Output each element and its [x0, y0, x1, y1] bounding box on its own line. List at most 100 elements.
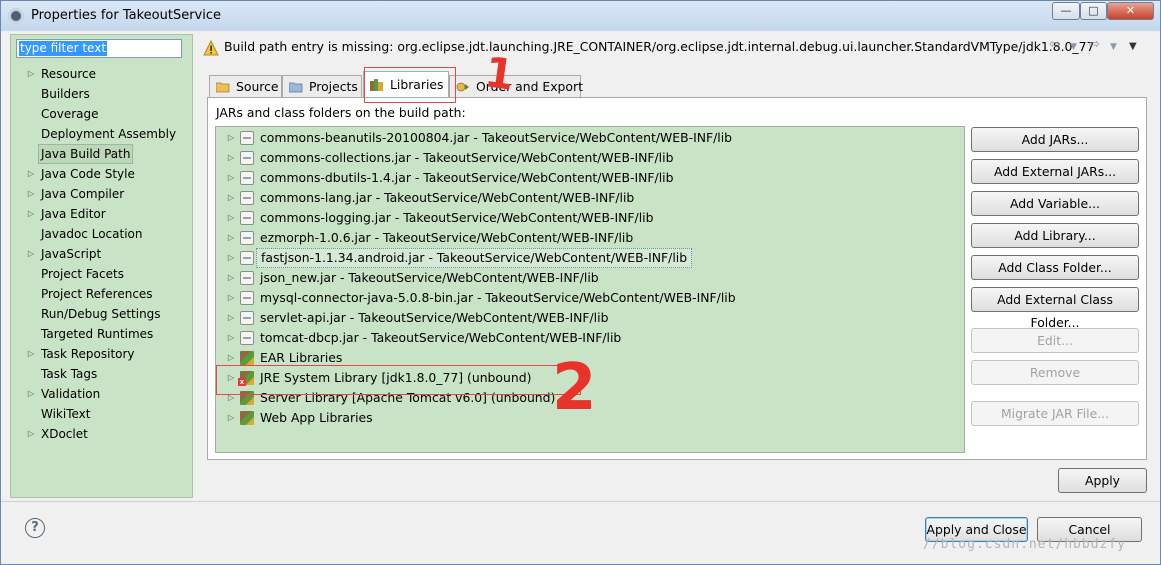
jar-file-icon: [240, 291, 254, 305]
expand-arrow-icon[interactable]: ▷: [25, 204, 37, 224]
edit-button[interactable]: Edit...: [971, 328, 1139, 353]
filter-input[interactable]: type filter text: [16, 39, 182, 58]
library-entry[interactable]: ▷ commons-dbutils-1.4.jar - TakeoutServic…: [216, 168, 964, 188]
projects-icon: [289, 82, 303, 93]
jar-file-icon: [240, 331, 254, 345]
library-entry[interactable]: ▷ mysql-connector-java-5.0.8-bin.jar - Ta…: [216, 288, 964, 308]
library-icon: [240, 411, 254, 425]
sidebar-item-label: Java Build Path: [38, 144, 134, 164]
expand-arrow-icon[interactable]: ▷: [225, 168, 237, 188]
sidebar-item-label: Javadoc Location: [41, 227, 143, 241]
library-entry-label: mysql-connector-java-5.0.8-bin.jar - Tak…: [260, 290, 736, 305]
expand-arrow-icon[interactable]: ▷: [225, 288, 237, 308]
library-entry[interactable]: ▷ tomcat-dbcp.jar - TakeoutService/WebCon…: [216, 328, 964, 348]
tab-order-and-export[interactable]: Order and Export: [449, 75, 583, 97]
library-entry-label: tomcat-dbcp.jar - TakeoutService/WebCont…: [260, 330, 622, 345]
expand-arrow-icon[interactable]: ▷: [225, 268, 237, 288]
jar-file-icon: [240, 171, 254, 185]
migrate-jar-button[interactable]: Migrate JAR File...: [971, 401, 1139, 426]
library-entry-label: commons-dbutils-1.4.jar - TakeoutService…: [260, 170, 674, 185]
warning-icon: [203, 40, 219, 56]
jar-file-icon: [240, 131, 254, 145]
expand-arrow-icon[interactable]: ▷: [225, 248, 237, 268]
source-folder-icon: [216, 82, 230, 93]
add-jars-button[interactable]: Add JARs...: [971, 127, 1139, 152]
library-entry[interactable]: ▷ commons-beanutils-20100804.jar - Takeou…: [216, 128, 964, 148]
expand-arrow-icon[interactable]: ▷: [25, 384, 37, 404]
tab-source-label: Source: [236, 79, 279, 94]
tab-projects-label: Projects: [309, 79, 358, 94]
library-entry[interactable]: ▷ fastjson-1.1.34.android.jar - TakeoutSe…: [216, 248, 964, 268]
sidebar-item-label: Java Compiler: [41, 187, 125, 201]
title-bar: Properties for TakeoutService — □ ✕: [1, 1, 1160, 31]
annotation-box-jre: [216, 365, 581, 395]
help-icon[interactable]: ?: [25, 518, 45, 538]
expand-arrow-icon[interactable]: ▷: [225, 128, 237, 148]
expand-arrow-icon[interactable]: ▷: [25, 64, 37, 84]
sidebar-item-label: XDoclet: [41, 427, 88, 441]
expand-arrow-icon[interactable]: ▷: [225, 408, 237, 428]
library-entry[interactable]: ▷ json_new.jar - TakeoutService/WebConten…: [216, 268, 964, 288]
add-class-folder-button[interactable]: Add Class Folder...: [971, 255, 1139, 280]
filter-input-text: type filter text: [19, 41, 108, 56]
expand-arrow-icon[interactable]: ▷: [25, 164, 37, 184]
expand-arrow-icon[interactable]: ▷: [225, 188, 237, 208]
expand-arrow-icon[interactable]: ▷: [25, 184, 37, 204]
library-entry[interactable]: ▷ commons-lang.jar - TakeoutService/WebCo…: [216, 188, 964, 208]
minimize-button[interactable]: —: [1052, 2, 1080, 20]
sidebar-item-label: Deployment Assembly: [41, 127, 177, 141]
annotation-mark-2: 2: [552, 351, 597, 425]
back-arrow-icon[interactable]: ⇦: [1049, 37, 1060, 52]
expand-arrow-icon[interactable]: ▷: [225, 208, 237, 228]
expand-arrow-icon[interactable]: ▷: [25, 344, 37, 364]
library-entry-label: commons-logging.jar - TakeoutService/Web…: [260, 210, 654, 225]
library-entry[interactable]: ▷ commons-logging.jar - TakeoutService/We…: [216, 208, 964, 228]
eclipse-icon: [8, 8, 24, 24]
tab-projects[interactable]: Projects: [282, 75, 362, 97]
sidebar-item-label: Java Code Style: [41, 167, 135, 181]
add-external-class-folder-button[interactable]: Add External Class Folder...: [971, 287, 1139, 330]
apply-button[interactable]: Apply: [1058, 468, 1147, 493]
maximize-button[interactable]: □: [1080, 2, 1107, 20]
close-button[interactable]: ✕: [1107, 2, 1154, 20]
expand-arrow-icon[interactable]: ▷: [225, 328, 237, 348]
forward-dropdown-icon[interactable]: ▼: [1110, 42, 1117, 52]
sidebar-item-label: JavaScript: [41, 247, 102, 261]
view-menu-icon[interactable]: ▼: [1129, 41, 1137, 52]
libraries-heading: JARs and class folders on the build path…: [216, 105, 466, 120]
jar-file-icon: [240, 251, 254, 265]
sidebar-item-label: Task Tags: [41, 367, 98, 381]
library-entry[interactable]: ▷ ezmorph-1.0.6.jar - TakeoutService/WebC…: [216, 228, 964, 248]
expand-arrow-icon[interactable]: ▷: [25, 244, 37, 264]
back-dropdown-icon[interactable]: ▼: [1070, 42, 1077, 52]
remove-button[interactable]: Remove: [971, 360, 1139, 385]
sidebar-item-label: Validation: [41, 387, 101, 401]
expand-arrow-icon[interactable]: ▷: [225, 308, 237, 328]
sidebar-item-label: Task Repository: [41, 347, 135, 361]
jar-file-icon: [240, 191, 254, 205]
sidebar-item-label: Run/Debug Settings: [41, 307, 161, 321]
expand-arrow-icon[interactable]: ▷: [25, 424, 37, 444]
jar-file-icon: [240, 231, 254, 245]
jar-file-icon: [240, 211, 254, 225]
add-variable-button[interactable]: Add Variable...: [971, 191, 1139, 216]
forward-arrow-icon[interactable]: ⇨: [1089, 37, 1100, 52]
expand-arrow-icon[interactable]: ▷: [225, 148, 237, 168]
jar-file-icon: [240, 151, 254, 165]
footer-separator: [1, 501, 1160, 502]
add-external-jars-button[interactable]: Add External JARs...: [971, 159, 1139, 184]
library-entry[interactable]: ▷ servlet-api.jar - TakeoutService/WebCon…: [216, 308, 964, 328]
add-library-button[interactable]: Add Library...: [971, 223, 1139, 248]
expand-arrow-icon[interactable]: ▷: [225, 228, 237, 248]
sidebar-item-label: Project References: [41, 287, 153, 301]
jar-file-icon: [240, 311, 254, 325]
annotation-box-libraries: [364, 67, 456, 103]
library-entry-label: commons-lang.jar - TakeoutService/WebCon…: [260, 190, 635, 205]
order-export-icon: [456, 82, 469, 92]
library-icon: [240, 351, 254, 365]
library-entry[interactable]: ▷ commons-collections.jar - TakeoutServic…: [216, 148, 964, 168]
property-page-tree: type filter text ▷ Resource Builders Covera…: [10, 34, 193, 498]
library-entry-label: json_new.jar - TakeoutService/WebContent…: [260, 270, 599, 285]
tab-source[interactable]: Source: [209, 75, 282, 97]
sidebar-item-label: Builders: [41, 87, 90, 101]
